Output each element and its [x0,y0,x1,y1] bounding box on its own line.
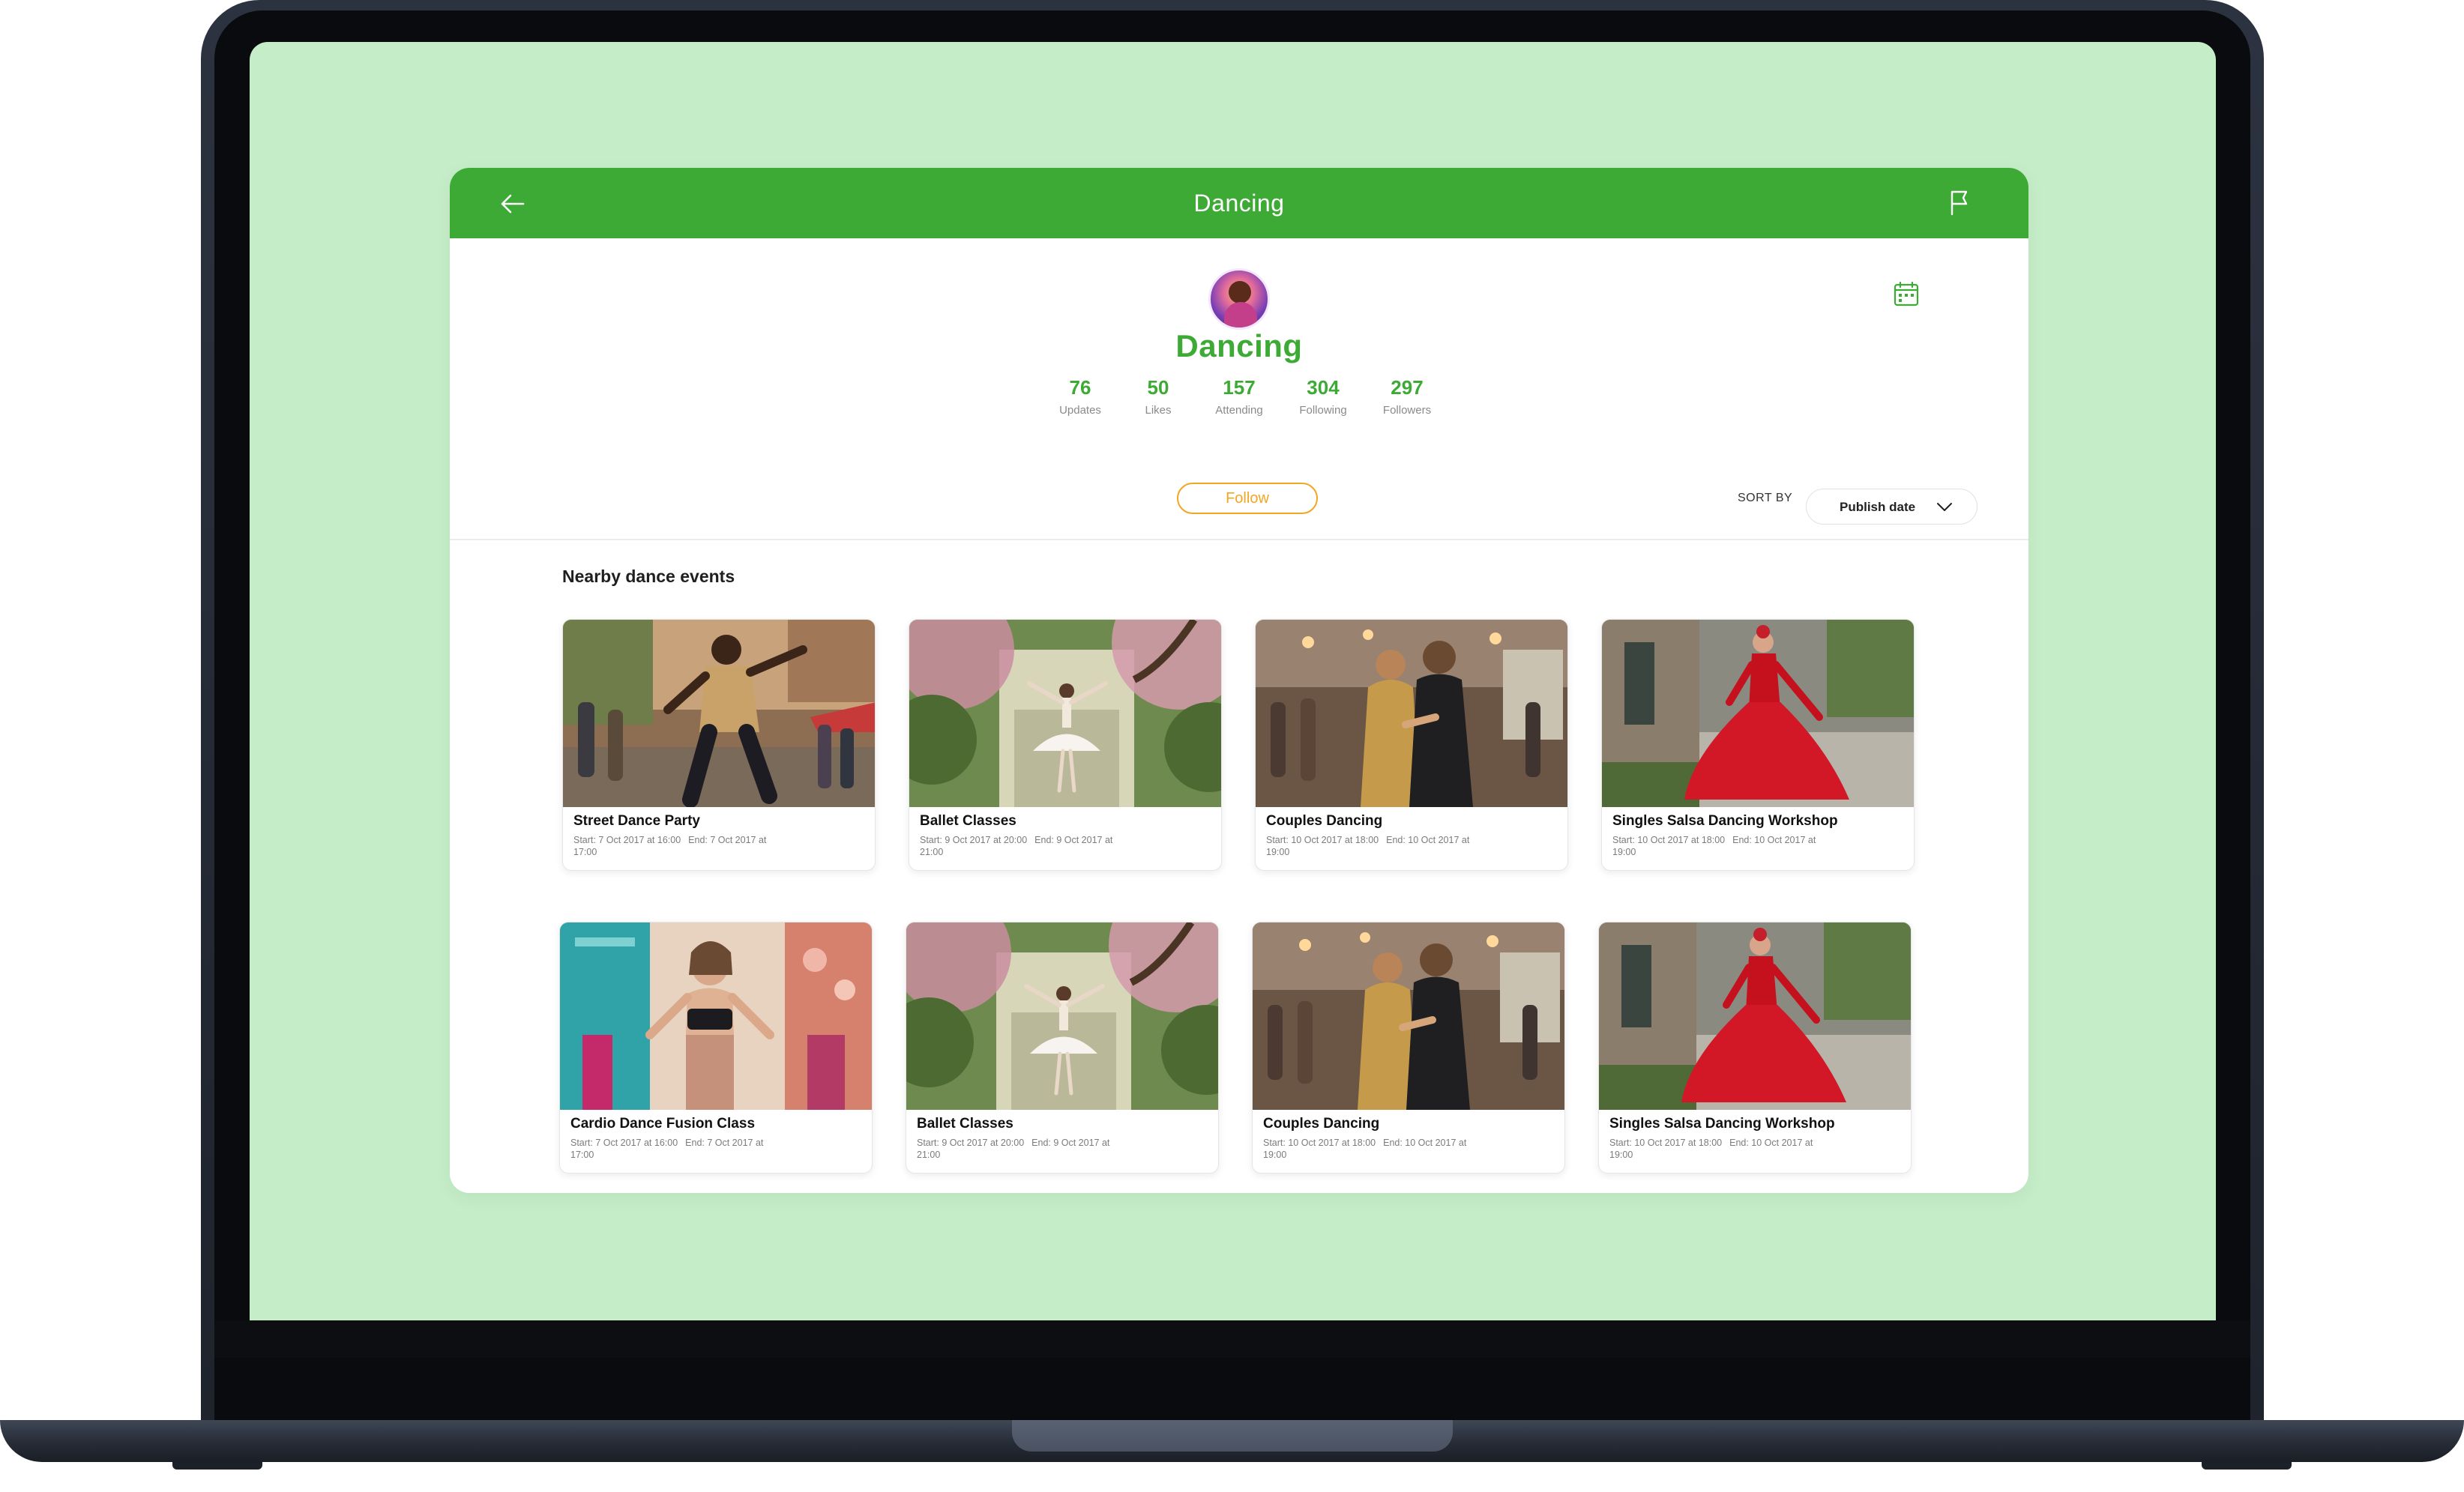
event-start: Start: 10 Oct 2017 at 18:00 [1263,1138,1376,1148]
event-grid: Street Dance Party Start: 7 Oct 2017 at … [450,168,2028,1193]
event-card[interactable]: Singles Salsa Dancing Workshop Start: 10… [1598,922,1912,1174]
event-title: Ballet Classes [920,813,1016,829]
event-image [1602,620,1914,807]
event-start: Start: 10 Oct 2017 at 18:00 [1266,835,1379,845]
event-title: Street Dance Party [573,813,700,829]
event-dates: Start: 10 Oct 2017 at 18:00 End: 10 Oct 2… [1612,834,1837,858]
event-card[interactable]: Couples Dancing Start: 10 Oct 2017 at 18… [1255,619,1568,871]
event-card[interactable]: Ballet Classes Start: 9 Oct 2017 at 20:0… [906,922,1219,1174]
event-start: Start: 7 Oct 2017 at 16:00 [573,835,681,845]
event-card[interactable]: Singles Salsa Dancing Workshop Start: 10… [1601,619,1915,871]
event-dates: Start: 10 Oct 2017 at 18:00 End: 10 Oct 2… [1266,834,1491,858]
event-title: Cardio Dance Fusion Class [570,1116,756,1132]
laptop-foot [172,1462,262,1470]
event-dates: Start: 9 Oct 2017 at 20:00 End: 9 Oct 201… [917,1137,1142,1161]
event-image [1599,922,1911,1110]
laptop-screen: Dancing Dancing 76 Updates 50 Likes 157 … [250,42,2216,1320]
event-dates: Start: 10 Oct 2017 at 18:00 End: 10 Oct 2… [1609,1137,1834,1161]
laptop-foot [2202,1462,2292,1470]
event-dates: Start: 7 Oct 2017 at 16:00 End: 7 Oct 201… [570,1137,795,1161]
event-start: Start: 7 Oct 2017 at 16:00 [570,1138,678,1148]
event-start: Start: 9 Oct 2017 at 20:00 [920,835,1028,845]
event-title: Singles Salsa Dancing Workshop [1612,813,1838,829]
event-card[interactable]: Ballet Classes Start: 9 Oct 2017 at 20:0… [909,619,1222,871]
event-title: Couples Dancing [1266,813,1383,829]
event-image [909,620,1221,807]
event-card[interactable]: Cardio Dance Fusion Class Start: 7 Oct 2… [559,922,873,1174]
laptop-hinge-notch [1012,1420,1453,1452]
event-card[interactable]: Couples Dancing Start: 10 Oct 2017 at 18… [1252,922,1565,1174]
event-dates: Start: 7 Oct 2017 at 16:00 End: 7 Oct 201… [573,834,798,858]
event-image [1253,922,1564,1110]
event-start: Start: 10 Oct 2017 at 18:00 [1609,1138,1723,1148]
laptop-chin [214,1320,2250,1358]
event-image [906,922,1218,1110]
event-title: Singles Salsa Dancing Workshop [1609,1116,1835,1132]
event-dates: Start: 9 Oct 2017 at 20:00 End: 9 Oct 201… [920,834,1145,858]
event-start: Start: 10 Oct 2017 at 18:00 [1612,835,1726,845]
event-title: Ballet Classes [917,1116,1013,1132]
event-image [1256,620,1567,807]
event-image [563,620,875,807]
event-image [560,922,872,1110]
event-start: Start: 9 Oct 2017 at 20:00 [917,1138,1025,1148]
event-title: Couples Dancing [1263,1116,1380,1132]
app-window: Dancing Dancing 76 Updates 50 Likes 157 … [450,168,2028,1193]
event-dates: Start: 10 Oct 2017 at 18:00 End: 10 Oct 2… [1263,1137,1488,1161]
event-card[interactable]: Street Dance Party Start: 7 Oct 2017 at … [562,619,876,871]
